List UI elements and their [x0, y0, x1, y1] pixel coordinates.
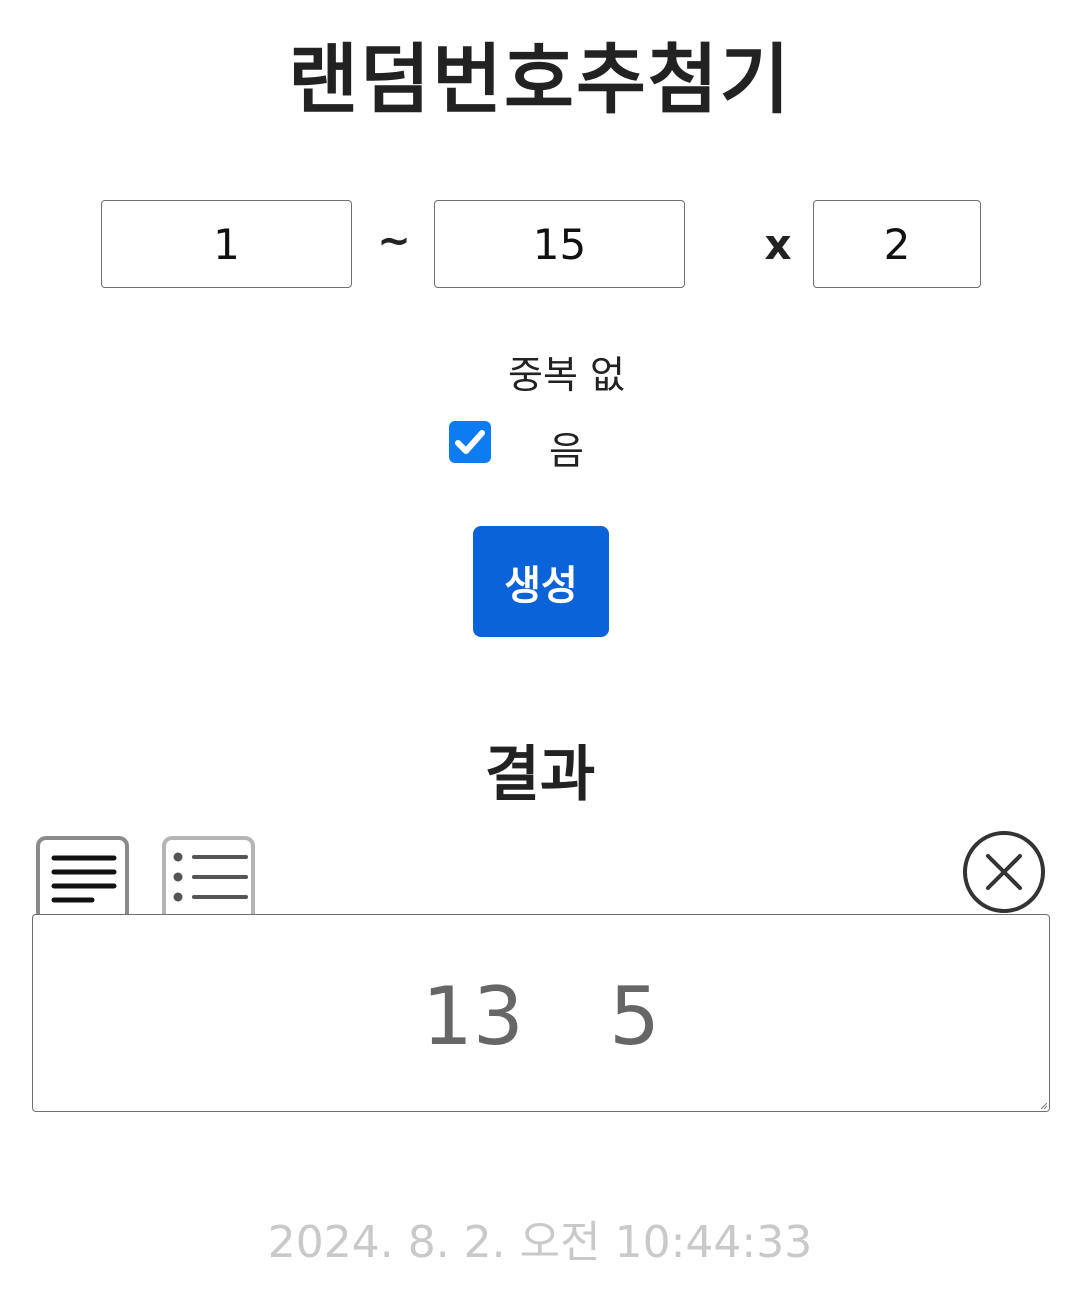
range-separator: ~: [377, 218, 411, 264]
generate-button[interactable]: 생성: [473, 526, 609, 637]
result-textarea[interactable]: 13 5: [32, 914, 1050, 1112]
page-title: 랜덤번호추첨기: [288, 35, 792, 124]
range-to-input[interactable]: [434, 200, 685, 288]
resize-grip-icon[interactable]: [1041, 1103, 1047, 1109]
clear-result-button[interactable]: [962, 830, 1046, 914]
random-number-page: 랜덤번호추첨기 ~ x 중복 없 음 생성 결과: [0, 0, 1080, 1298]
close-circle-icon: [963, 831, 1045, 913]
text-view-tab[interactable]: [36, 836, 129, 916]
checkmark-icon: [455, 430, 485, 454]
generated-timestamp: 2024. 8. 2. 오전 10:44:33: [267, 1217, 813, 1268]
range-from-input[interactable]: [101, 200, 352, 288]
no-duplicate-checkbox[interactable]: [449, 421, 491, 463]
text-view-icon: [51, 855, 117, 903]
no-duplicate-label: 중복 없: [508, 353, 625, 397]
count-input[interactable]: [813, 200, 981, 288]
result-heading: 결과: [484, 740, 596, 810]
no-duplicate-label-continued: 음: [549, 429, 584, 473]
list-view-tab[interactable]: [162, 836, 255, 916]
list-view-icon: [173, 852, 248, 902]
times-symbol: x: [764, 220, 792, 269]
result-values: 13 5: [421, 970, 661, 1063]
